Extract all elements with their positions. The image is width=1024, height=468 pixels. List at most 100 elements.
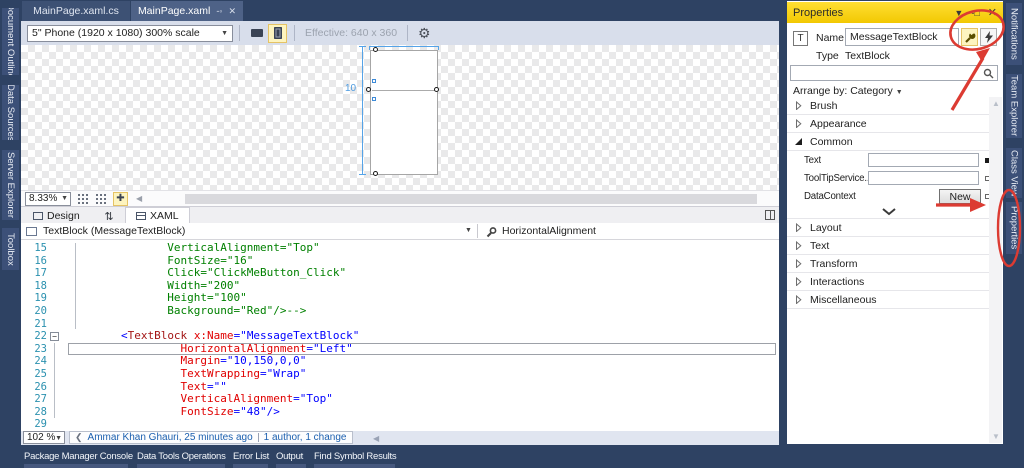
category-label: Interactions: [810, 275, 865, 288]
bottom-tab-highlight: [314, 464, 395, 468]
window-menu-icon[interactable]: ▼: [954, 8, 963, 18]
gear-icon[interactable]: ⚙: [418, 25, 431, 42]
properties-search-input[interactable]: [790, 65, 998, 81]
designer-zoom-selector[interactable]: 8.33% ▼: [25, 191, 71, 206]
split-pane-icon[interactable]: [765, 210, 775, 220]
phone-canvas[interactable]: [370, 50, 438, 175]
rail-tab-data-sources[interactable]: Data Sources: [2, 85, 19, 140]
chevron-down-icon[interactable]: ▼: [465, 227, 472, 234]
close-icon[interactable]: ✕: [988, 6, 997, 19]
code-line-29[interactable]: [68, 418, 776, 431]
property-label: ToolTipService...: [804, 172, 868, 184]
bottom-tab-output[interactable]: Output: [276, 451, 303, 462]
new-button[interactable]: New: [939, 188, 981, 204]
designer-zoom-bar: 8.33% ▼ ✚ ◀: [21, 190, 779, 206]
selection-handle-left[interactable]: [366, 87, 371, 92]
textblock-top-edge: [372, 90, 436, 91]
rail-tab-server-explorer[interactable]: Server Explorer: [2, 150, 19, 220]
bottom-tab-data-tools-operations[interactable]: Data Tools Operations: [137, 451, 226, 462]
rail-tab-toolbox[interactable]: Toolbox: [2, 228, 19, 270]
tab-mainpage-xaml-cs[interactable]: MainPage.xaml.cs: [22, 1, 130, 21]
device-selector[interactable]: 5" Phone (1920 x 1080) 300% scale ▼: [27, 24, 233, 42]
selection-handle-bottom[interactable]: [373, 171, 378, 176]
pin-icon[interactable]: -◦: [216, 6, 222, 16]
xaml-code-editor[interactable]: 15 16 17 18 19 20 21 22 23 24 25 26 27 28 29 − Vertica…: [21, 240, 779, 431]
designer-hscrollbar[interactable]: [165, 194, 777, 204]
code-line-27[interactable]: VerticalAlignment="Top": [68, 392, 776, 406]
category-brush[interactable]: Brush: [787, 97, 991, 115]
arrange-by-selector[interactable]: Arrange by: Category ▼: [793, 85, 903, 97]
category-appearance[interactable]: Appearance: [787, 115, 991, 133]
tab-mainpage-xaml[interactable]: MainPage.xaml -◦ ✕: [131, 1, 243, 21]
bottom-tab-find-symbol-results[interactable]: Find Symbol Results: [314, 451, 397, 462]
category-miscellaneous[interactable]: Miscellaneous: [787, 291, 991, 309]
code-line-23[interactable]: HorizontalAlignment="Left": [68, 342, 776, 356]
show-advanced-properties[interactable]: [787, 205, 991, 219]
pin-icon[interactable]: -□: [971, 8, 979, 18]
xaml-designer-surface[interactable]: 10: [21, 45, 779, 190]
rail-tab-notifications[interactable]: Notifications: [1006, 3, 1022, 65]
collapse-toggle[interactable]: −: [50, 332, 59, 341]
properties-mode-button[interactable]: [961, 28, 978, 46]
bottom-tab-error-list[interactable]: Error List: [233, 451, 269, 462]
code-line-20[interactable]: Background="Red"/>-->: [68, 304, 776, 318]
expand-triangle-icon[interactable]: [795, 259, 803, 268]
landscape-button[interactable]: [247, 24, 266, 43]
codelens-changes[interactable]: 1 author, 1 change: [264, 432, 347, 443]
bottom-tab-package-manager-console[interactable]: Package Manager Console: [24, 451, 133, 462]
category-interactions[interactable]: Interactions: [787, 273, 991, 291]
chevron-down-icon: ▼: [221, 29, 228, 37]
selection-handle-right[interactable]: [434, 87, 439, 92]
property-value-input[interactable]: [868, 153, 979, 167]
scroll-left-icon[interactable]: ◀: [136, 194, 142, 203]
portrait-button[interactable]: [268, 23, 287, 43]
snapgrid-toggle-icon[interactable]: [95, 192, 107, 205]
breadcrumb-element[interactable]: TextBlock (MessageTextBlock): [43, 225, 185, 237]
category-text[interactable]: Text: [787, 237, 991, 255]
editor-zoom-selector[interactable]: 102 % ▼: [23, 431, 65, 444]
scroll-left-icon[interactable]: ◀: [373, 434, 379, 443]
property-value-input[interactable]: [868, 171, 979, 185]
rail-tab-team-explorer[interactable]: Team Explorer: [1006, 74, 1022, 138]
expand-triangle-icon[interactable]: [795, 101, 803, 110]
rail-tab-properties[interactable]: Properties: [1006, 202, 1022, 254]
selection-handle-top[interactable]: [373, 47, 378, 52]
collapse-triangle-icon[interactable]: [795, 137, 803, 146]
property-row-tooltipservice: ToolTipService...: [787, 169, 991, 187]
events-mode-button[interactable]: [980, 28, 997, 46]
xaml-view-tab[interactable]: XAML: [125, 207, 190, 224]
close-icon[interactable]: ✕: [229, 6, 237, 17]
scroll-up-icon[interactable]: ▲: [992, 99, 1000, 108]
properties-title-bar[interactable]: Properties ▼ -□ ✕: [787, 2, 1003, 23]
rail-tab-document-outline[interactable]: Document Outline: [2, 8, 19, 75]
dimension-tick: [438, 46, 439, 50]
scrollbar-thumb[interactable]: [185, 194, 757, 204]
expand-triangle-icon[interactable]: [795, 277, 803, 286]
category-label: Common: [810, 135, 853, 148]
category-layout[interactable]: Layout: [787, 219, 991, 237]
search-icon: [983, 68, 994, 79]
expand-triangle-icon[interactable]: [795, 295, 803, 304]
category-common[interactable]: Common: [787, 133, 991, 151]
name-input[interactable]: MessageTextBlock: [845, 28, 959, 46]
codelens-author[interactable]: Ammar Khan Ghauri, 25 minutes ago: [88, 432, 253, 443]
expand-triangle-icon[interactable]: [795, 241, 803, 250]
design-view-tab[interactable]: Design: [23, 208, 90, 224]
codelens-indicator[interactable]: ❮ Ammar Khan Ghauri, 25 minutes ago 1 au…: [69, 431, 353, 444]
code-line-28[interactable]: FontSize="48"/>: [68, 405, 776, 419]
rail-tab-class-view[interactable]: Class View: [1006, 148, 1022, 198]
expand-triangle-icon[interactable]: [795, 119, 803, 128]
properties-scrollbar[interactable]: ▲ ▼: [989, 97, 1002, 443]
snapline-toggle-button[interactable]: ✚: [113, 191, 128, 206]
code-line-22[interactable]: <TextBlock x:Name="MessageTextBlock": [68, 329, 776, 343]
category-transform[interactable]: Transform: [787, 255, 991, 273]
swap-panes-button[interactable]: ⇅: [99, 208, 119, 224]
breadcrumb-member[interactable]: HorizontalAlignment: [502, 225, 596, 237]
code-line-26[interactable]: Text="": [68, 380, 776, 394]
expand-triangle-icon[interactable]: [795, 223, 803, 232]
tab-label: MainPage.xaml.cs: [33, 5, 119, 17]
code-line-25[interactable]: TextWrapping="Wrap": [68, 367, 776, 381]
scroll-down-icon[interactable]: ▼: [992, 432, 1000, 441]
grid-toggle-icon[interactable]: [77, 192, 89, 205]
code-line-24[interactable]: Margin="10,150,0,0": [68, 355, 776, 368]
